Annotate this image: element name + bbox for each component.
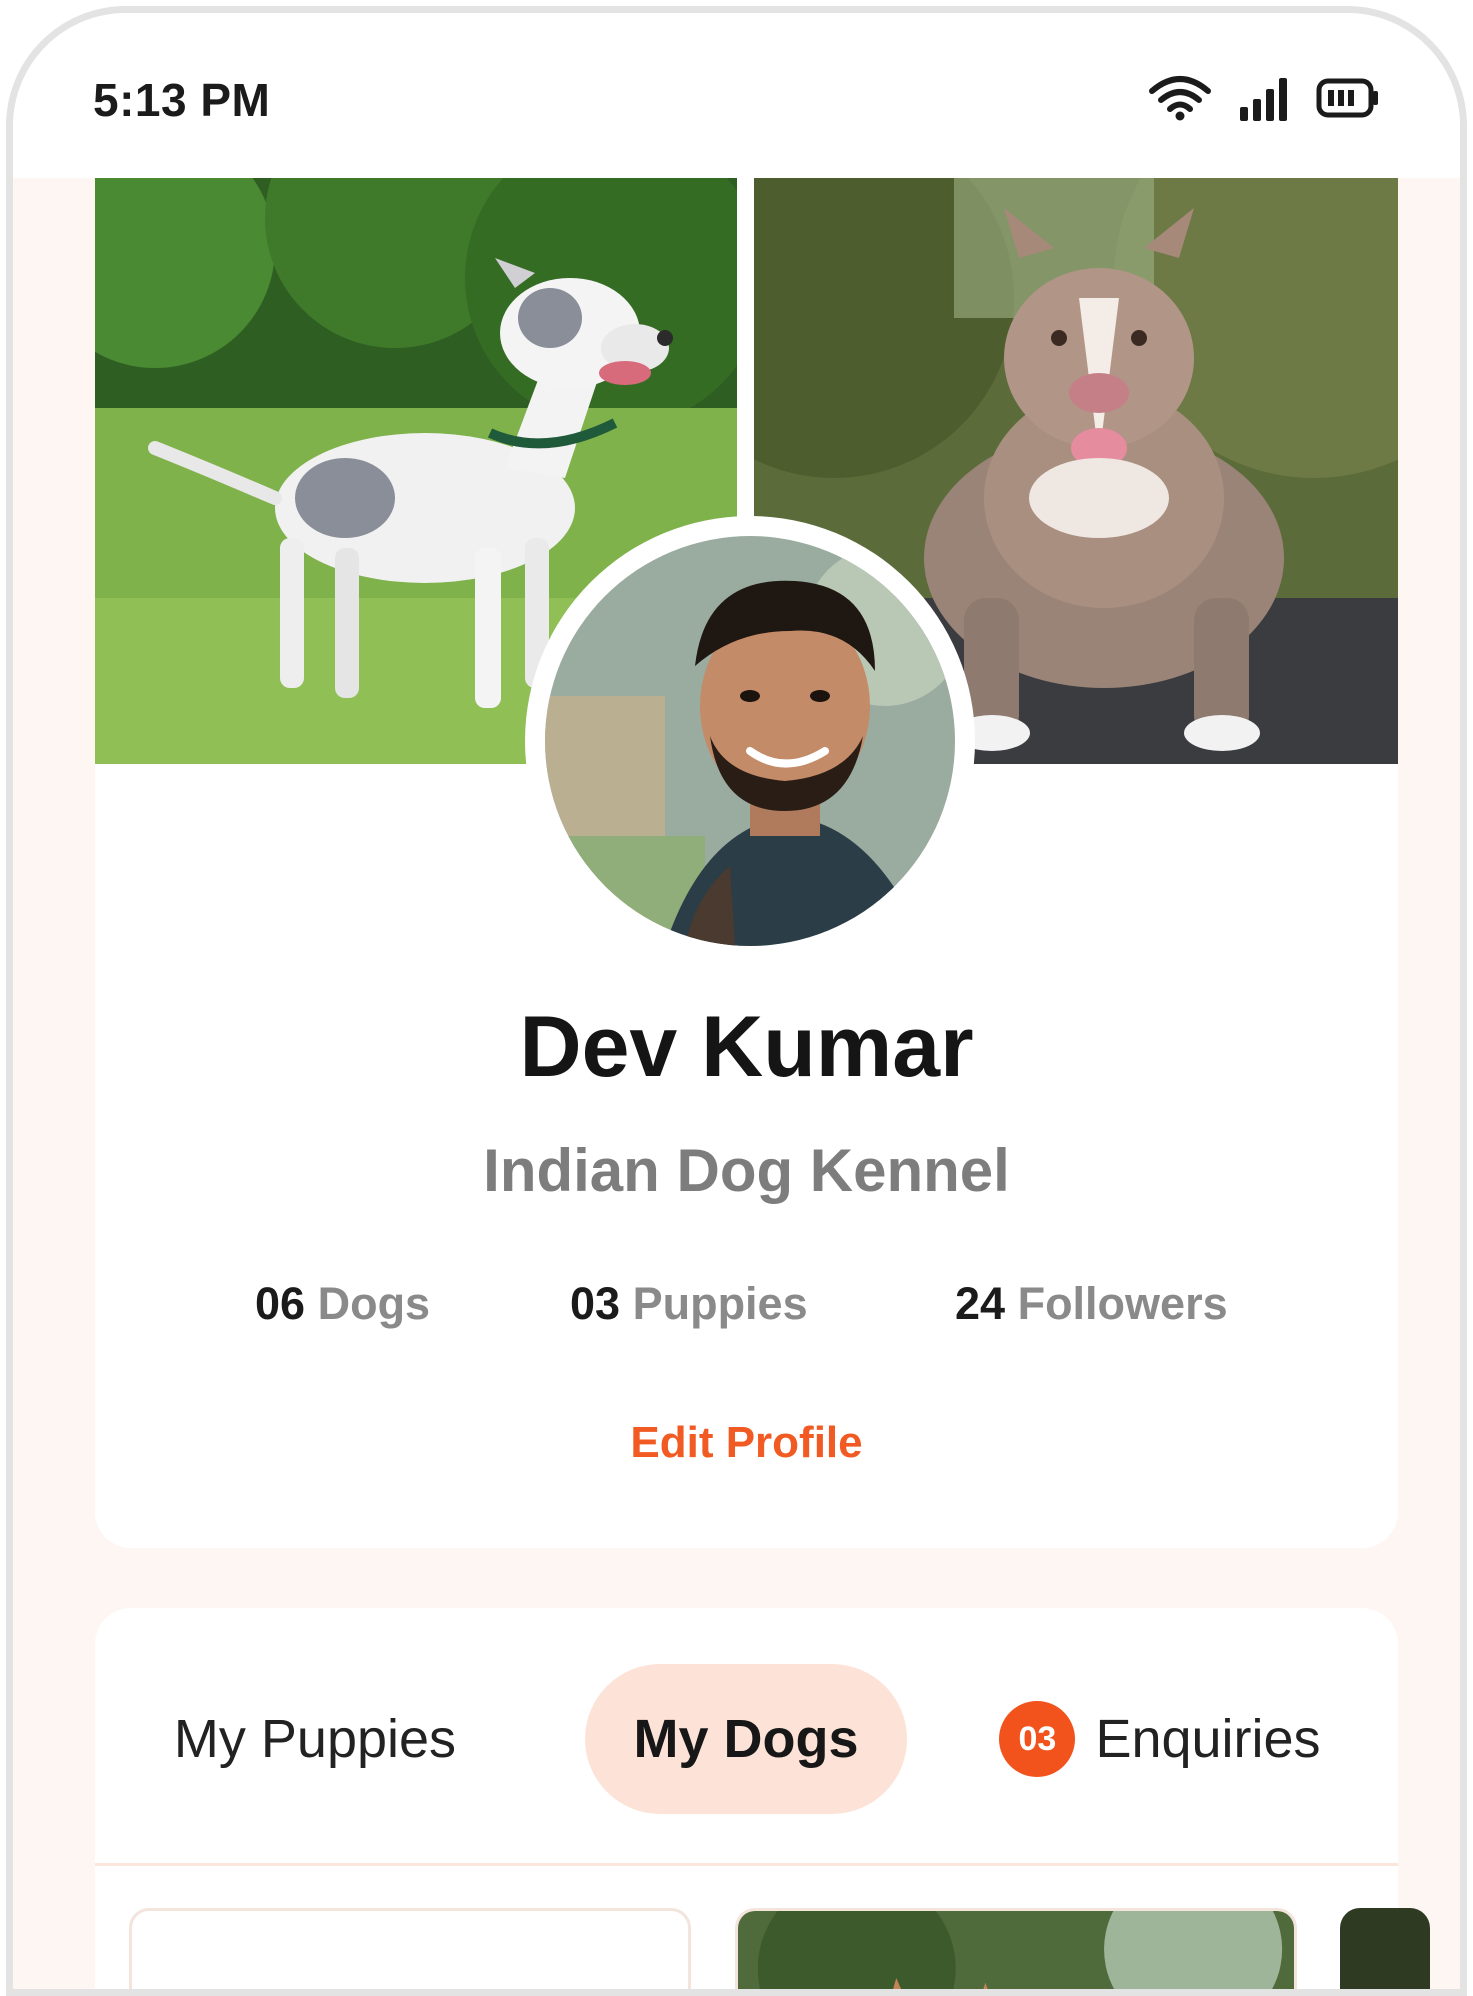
- stat-puppies[interactable]: 03 Puppies: [570, 1278, 808, 1330]
- stat-followers-label: Followers: [1017, 1278, 1228, 1329]
- status-bar: 5:13 PM: [13, 13, 1460, 178]
- dog-card[interactable]: [129, 1908, 691, 1989]
- stat-dogs[interactable]: 06 Dogs: [255, 1278, 430, 1330]
- stat-followers[interactable]: 24 Followers: [955, 1278, 1228, 1330]
- tab-enquiries[interactable]: 03 Enquiries: [985, 1664, 1335, 1814]
- edit-profile-link[interactable]: Edit Profile: [95, 1418, 1398, 1468]
- dog-card[interactable]: [1340, 1908, 1430, 1989]
- tab-my-dogs[interactable]: My Dogs: [585, 1664, 907, 1814]
- wifi-icon: [1148, 75, 1212, 121]
- profile-card: Dev Kumar Indian Dog Kennel 06 Dogs 03 P…: [95, 178, 1398, 1548]
- kennel-name: Indian Dog Kennel: [483, 1137, 1010, 1204]
- profile-stats: 06 Dogs 03 Puppies 24 Followers: [95, 1278, 1398, 1338]
- stat-followers-count: 24: [955, 1278, 1006, 1329]
- tab-my-puppies[interactable]: My Puppies: [165, 1664, 465, 1814]
- tab-enquiries-label: Enquiries: [1095, 1709, 1321, 1769]
- tabs-card: My Puppies My Dogs 03 Enquiries: [95, 1608, 1430, 1989]
- stat-puppies-count: 03: [570, 1278, 621, 1329]
- stat-dogs-label: Dogs: [317, 1278, 431, 1329]
- stat-puppies-label: Puppies: [632, 1278, 808, 1329]
- battery-icon: [1316, 78, 1380, 118]
- enquiries-badge: 03: [999, 1701, 1076, 1777]
- dog-card[interactable]: [735, 1908, 1297, 1989]
- phone-frame: 5:13 PM Dev Kumar Indian Dog Kennel 06 D…: [6, 6, 1467, 1996]
- avatar[interactable]: [545, 536, 955, 946]
- profile-name: Dev Kumar: [519, 999, 974, 1095]
- stat-dogs-count: 06: [255, 1278, 306, 1329]
- avatar-ring: [525, 516, 975, 966]
- tabs-divider: [95, 1863, 1398, 1866]
- status-icons: [1148, 75, 1380, 121]
- signal-icon: [1238, 75, 1290, 121]
- status-time: 5:13 PM: [93, 74, 271, 126]
